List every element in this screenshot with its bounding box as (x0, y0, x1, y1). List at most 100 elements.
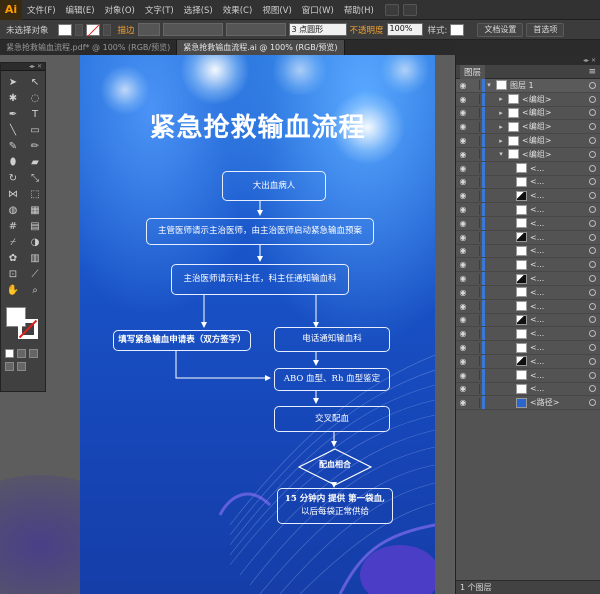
layer-item-name[interactable]: <... (530, 164, 589, 173)
bridge-icon[interactable] (384, 3, 399, 16)
layer-row-item[interactable]: ◉ <... (456, 354, 600, 369)
target-circle-icon[interactable] (589, 95, 596, 103)
pencil-tool-icon[interactable]: ✏ (26, 139, 44, 153)
tab-ai-document[interactable]: 紧急抢救输血流程.ai @ 100% (RGB/预览) (177, 40, 345, 55)
lock-toggle[interactable] (470, 328, 480, 339)
target-circle-icon[interactable] (589, 261, 596, 269)
layer-row-item[interactable]: ◉ ▸ <编组> (456, 92, 600, 107)
lock-toggle[interactable] (470, 356, 480, 367)
blend-tool-icon[interactable]: ◑ (26, 235, 44, 249)
visibility-eye-icon[interactable]: ◉ (456, 246, 470, 255)
fill-swatch[interactable] (57, 23, 72, 36)
lock-toggle[interactable] (470, 107, 480, 118)
layer-item-name[interactable]: <... (530, 274, 589, 283)
layer-item-name[interactable]: <... (530, 260, 589, 269)
layer-row-item[interactable]: ◉ <... (456, 244, 600, 259)
lasso-tool-icon[interactable]: ◌ (26, 91, 44, 105)
lock-toggle[interactable] (470, 342, 480, 353)
hand-tool-icon[interactable]: ✋ (4, 283, 22, 297)
target-circle-icon[interactable] (589, 288, 596, 296)
target-circle-icon[interactable] (589, 330, 596, 338)
layer-row-item[interactable]: ◉ <... (456, 382, 600, 397)
visibility-eye-icon[interactable]: ◉ (456, 288, 470, 297)
draw-mode-icon[interactable] (5, 362, 14, 371)
target-circle-icon[interactable] (589, 357, 596, 365)
visibility-eye-icon[interactable]: ◉ (456, 136, 470, 145)
layer-item-name[interactable]: <... (530, 357, 589, 366)
type-tool-icon[interactable]: T (26, 107, 44, 121)
stroke-weight-field[interactable] (137, 23, 160, 36)
lock-toggle[interactable] (470, 121, 480, 132)
layer-row-item[interactable]: ◉ <... (456, 203, 600, 217)
layer-row-item[interactable]: ◉ <路径> (456, 396, 600, 411)
layer-row-item[interactable]: ◉ <... (456, 216, 600, 231)
lock-toggle[interactable] (470, 135, 480, 146)
layer-row-item[interactable]: ◉ <... (456, 258, 600, 273)
visibility-eye-icon[interactable]: ◉ (456, 384, 470, 393)
slice-tool-icon[interactable]: ⟋ (26, 267, 44, 281)
layer-row-item[interactable]: ◉ ▾ <编组> (456, 147, 600, 162)
variable-width-field[interactable] (162, 23, 223, 36)
lock-toggle[interactable] (470, 80, 480, 91)
layer-row-item[interactable]: ◉ <... (456, 161, 600, 176)
column-graph-tool-icon[interactable]: ▥ (26, 251, 44, 265)
layer-item-name[interactable]: <... (530, 288, 589, 297)
menu-view[interactable]: 视图(V) (257, 4, 296, 16)
rotate-tool-icon[interactable]: ↻ (4, 171, 22, 185)
target-circle-icon[interactable] (589, 371, 596, 379)
lock-toggle[interactable] (470, 218, 480, 229)
visibility-eye-icon[interactable]: ◉ (456, 122, 470, 131)
layer-item-name[interactable]: <编组> (522, 135, 589, 146)
stroke-dropdown[interactable] (102, 23, 111, 36)
width-tool-icon[interactable]: ⋈ (4, 187, 22, 201)
menu-select[interactable]: 选择(S) (179, 4, 218, 16)
visibility-eye-icon[interactable]: ◉ (456, 315, 470, 324)
layer-item-name[interactable]: <... (530, 233, 589, 242)
stroke-label[interactable]: 描边 (118, 24, 135, 36)
visibility-eye-icon[interactable]: ◉ (456, 205, 470, 214)
scale-tool-icon[interactable]: ⤡ (26, 171, 44, 185)
tab-pdf-document[interactable]: 紧急抢救输血流程.pdf* @ 100% (RGB/预览) (0, 40, 178, 55)
lock-toggle[interactable] (470, 94, 480, 105)
gradient-tool-icon[interactable]: ▤ (26, 219, 44, 233)
symbol-sprayer-tool-icon[interactable]: ✿ (4, 251, 22, 265)
eyedropper-tool-icon[interactable]: ⌿ (4, 235, 22, 249)
lock-toggle[interactable] (470, 273, 480, 284)
lock-toggle[interactable] (470, 190, 480, 201)
layers-panel-header[interactable]: ◂▸ ✕ (456, 55, 600, 65)
layer-item-name[interactable]: <路径> (530, 397, 589, 408)
layer-row-item[interactable]: ◉ <... (456, 313, 600, 328)
brush-field[interactable] (225, 23, 286, 36)
arrange-documents-icon[interactable] (402, 3, 417, 16)
expand-triangle-icon[interactable]: ▸ (497, 109, 505, 117)
lock-toggle[interactable] (470, 245, 480, 256)
layer-item-name[interactable]: <... (530, 315, 589, 324)
target-circle-icon[interactable] (589, 399, 596, 407)
visibility-eye-icon[interactable]: ◉ (456, 302, 470, 311)
lock-toggle[interactable] (470, 397, 480, 408)
target-circle-icon[interactable] (589, 275, 596, 283)
expand-triangle-icon[interactable]: ▸ (497, 95, 505, 103)
layer-item-name[interactable]: <... (530, 205, 589, 214)
layer-item-name[interactable]: <... (530, 219, 589, 228)
menu-help[interactable]: 帮助(H) (339, 4, 379, 16)
color-mode-icon[interactable] (5, 349, 14, 358)
target-circle-icon[interactable] (589, 192, 596, 200)
target-circle-icon[interactable] (589, 137, 596, 145)
fill-dropdown[interactable] (74, 23, 83, 36)
layer-item-name[interactable]: <编组> (522, 94, 589, 105)
target-circle-icon[interactable] (589, 302, 596, 310)
target-circle-icon[interactable] (589, 150, 596, 158)
target-circle-icon[interactable] (589, 164, 596, 172)
layer-row-item[interactable]: ◉ <... (456, 230, 600, 245)
lock-toggle[interactable] (470, 383, 480, 394)
none-mode-icon[interactable] (29, 349, 38, 358)
zoom-tool-icon[interactable]: ⌕ (26, 283, 44, 297)
target-circle-icon[interactable] (589, 316, 596, 324)
visibility-eye-icon[interactable]: ◉ (456, 233, 470, 242)
layer-row-item[interactable]: ◉ <... (456, 175, 600, 190)
expand-triangle-icon[interactable]: ▸ (497, 137, 505, 145)
layer-item-name[interactable]: <... (530, 177, 589, 186)
lock-toggle[interactable] (470, 176, 480, 187)
layer-item-name[interactable]: <编组> (522, 107, 589, 118)
